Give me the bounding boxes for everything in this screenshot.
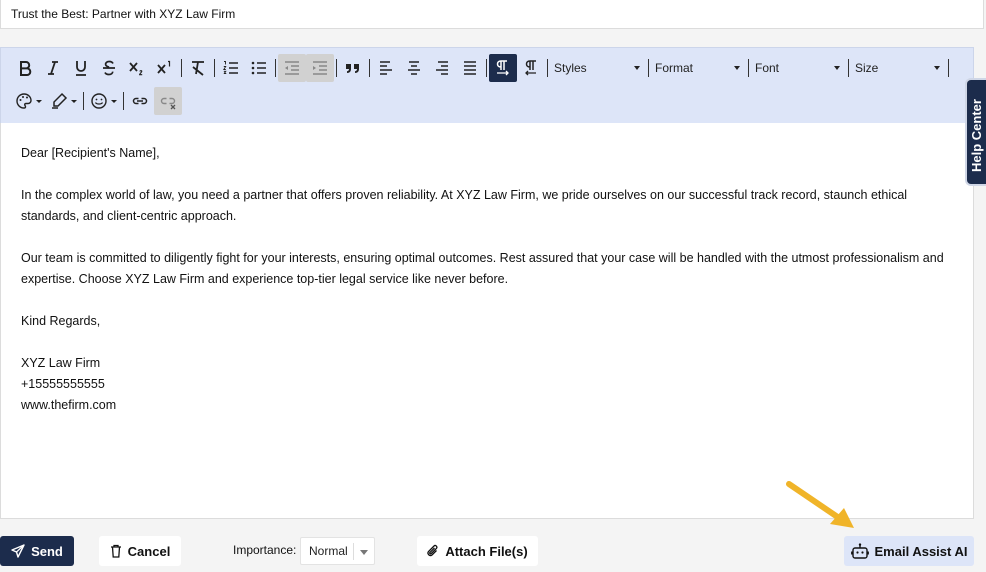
- trash-icon: [110, 544, 121, 558]
- send-label: Send: [31, 543, 63, 559]
- styles-label: Styles: [554, 61, 587, 75]
- text-direction-ltr-icon[interactable]: [489, 54, 517, 82]
- email-composer: Trust the Best: Partner with XYZ Law Fir…: [0, 0, 986, 572]
- importance-select[interactable]: Normal: [300, 537, 375, 565]
- toolbar-separator: [123, 92, 124, 110]
- toolbar-separator: [848, 59, 849, 77]
- importance-value: Normal: [309, 544, 348, 558]
- help-center-label: Help Center: [969, 99, 984, 172]
- font-dropdown[interactable]: Font: [751, 56, 846, 80]
- signature-phone: +15555555555: [21, 377, 105, 391]
- email-assist-ai-button[interactable]: Email Assist AI: [844, 536, 974, 566]
- unlink-icon[interactable]: [154, 87, 182, 115]
- size-dropdown[interactable]: Size: [851, 56, 946, 80]
- highlight-color-dropdown[interactable]: [46, 87, 81, 115]
- chevron-down-icon: [934, 66, 940, 70]
- numbered-list-icon[interactable]: [217, 54, 245, 82]
- link-icon[interactable]: [126, 87, 154, 115]
- format-label: Format: [655, 61, 694, 75]
- paper-plane-icon: [11, 544, 25, 558]
- toolbar-row-2: [11, 86, 182, 116]
- bulleted-list-icon[interactable]: [245, 54, 273, 82]
- text-direction-rtl-icon[interactable]: [517, 54, 545, 82]
- toolbar-separator: [336, 59, 337, 77]
- body-closing: Kind Regards,: [21, 314, 101, 328]
- signature-name: XYZ Law Firm: [21, 356, 101, 370]
- chevron-down-icon: [111, 99, 117, 103]
- body-paragraph: In the complex world of law, you need a …: [21, 188, 908, 223]
- toolbar-separator: [648, 59, 649, 77]
- help-center-tab[interactable]: Help Center: [965, 78, 986, 186]
- toolbar-separator: [181, 59, 182, 77]
- chevron-down-icon: [360, 550, 368, 555]
- chevron-down-icon: [36, 99, 42, 103]
- assist-label: Email Assist AI: [874, 543, 968, 559]
- size-label: Size: [855, 61, 879, 75]
- toolbar-row-1: Styles Format Font Size: [11, 53, 951, 83]
- subscript-button[interactable]: [123, 54, 151, 82]
- attach-files-button[interactable]: Attach File(s): [417, 536, 538, 566]
- align-justify-icon[interactable]: [456, 54, 484, 82]
- email-body-editor[interactable]: Dear [Recipient's Name], In the complex …: [0, 123, 974, 519]
- toolbar-separator: [486, 59, 487, 77]
- align-left-icon[interactable]: [372, 54, 400, 82]
- toolbar-separator: [948, 59, 949, 77]
- body-paragraph: Our team is committed to diligently figh…: [21, 251, 944, 286]
- palette-icon: [16, 93, 32, 109]
- blockquote-icon[interactable]: [339, 54, 367, 82]
- bold-button[interactable]: [11, 54, 39, 82]
- font-label: Font: [755, 61, 780, 75]
- importance-label: Importance:: [233, 543, 297, 557]
- paperclip-icon: [427, 544, 438, 557]
- styles-dropdown[interactable]: Styles: [550, 56, 646, 80]
- chevron-down-icon: [71, 99, 77, 103]
- cancel-button[interactable]: Cancel: [99, 536, 181, 566]
- format-dropdown[interactable]: Format: [651, 56, 746, 80]
- chevron-down-icon: [734, 66, 740, 70]
- superscript-button[interactable]: [151, 54, 179, 82]
- decrease-indent-icon[interactable]: [278, 54, 306, 82]
- toolbar-separator: [214, 59, 215, 77]
- body-greeting: Dear [Recipient's Name],: [21, 146, 160, 160]
- signature-website: www.thefirm.com: [21, 398, 117, 412]
- select-divider: [353, 543, 354, 560]
- robot-icon: [850, 543, 869, 559]
- toolbar-separator: [369, 59, 370, 77]
- emoji-dropdown[interactable]: [86, 87, 121, 115]
- align-right-icon[interactable]: [428, 54, 456, 82]
- toolbar-separator: [547, 59, 548, 77]
- highlighter-icon: [52, 92, 68, 109]
- send-button[interactable]: Send: [0, 536, 74, 566]
- chevron-down-icon: [834, 66, 840, 70]
- clear-format-icon[interactable]: [184, 54, 212, 82]
- strikethrough-button[interactable]: [95, 54, 123, 82]
- chevron-down-icon: [634, 66, 640, 70]
- underline-button[interactable]: [67, 54, 95, 82]
- smiley-icon: [91, 93, 107, 109]
- increase-indent-icon[interactable]: [306, 54, 334, 82]
- composer-footer: Send Cancel Importance: Normal Attach Fi…: [0, 527, 986, 572]
- align-center-icon[interactable]: [400, 54, 428, 82]
- toolbar-separator: [275, 59, 276, 77]
- cancel-label: Cancel: [127, 543, 171, 559]
- toolbar-separator: [83, 92, 84, 110]
- pointer-arrow-icon: [786, 481, 854, 528]
- subject-field[interactable]: Trust the Best: Partner with XYZ Law Fir…: [0, 0, 984, 29]
- toolbar-separator: [748, 59, 749, 77]
- attach-label: Attach File(s): [445, 543, 528, 559]
- italic-button[interactable]: [39, 54, 67, 82]
- text-color-dropdown[interactable]: [11, 87, 46, 115]
- editor-toolbar: Styles Format Font Size: [0, 47, 974, 123]
